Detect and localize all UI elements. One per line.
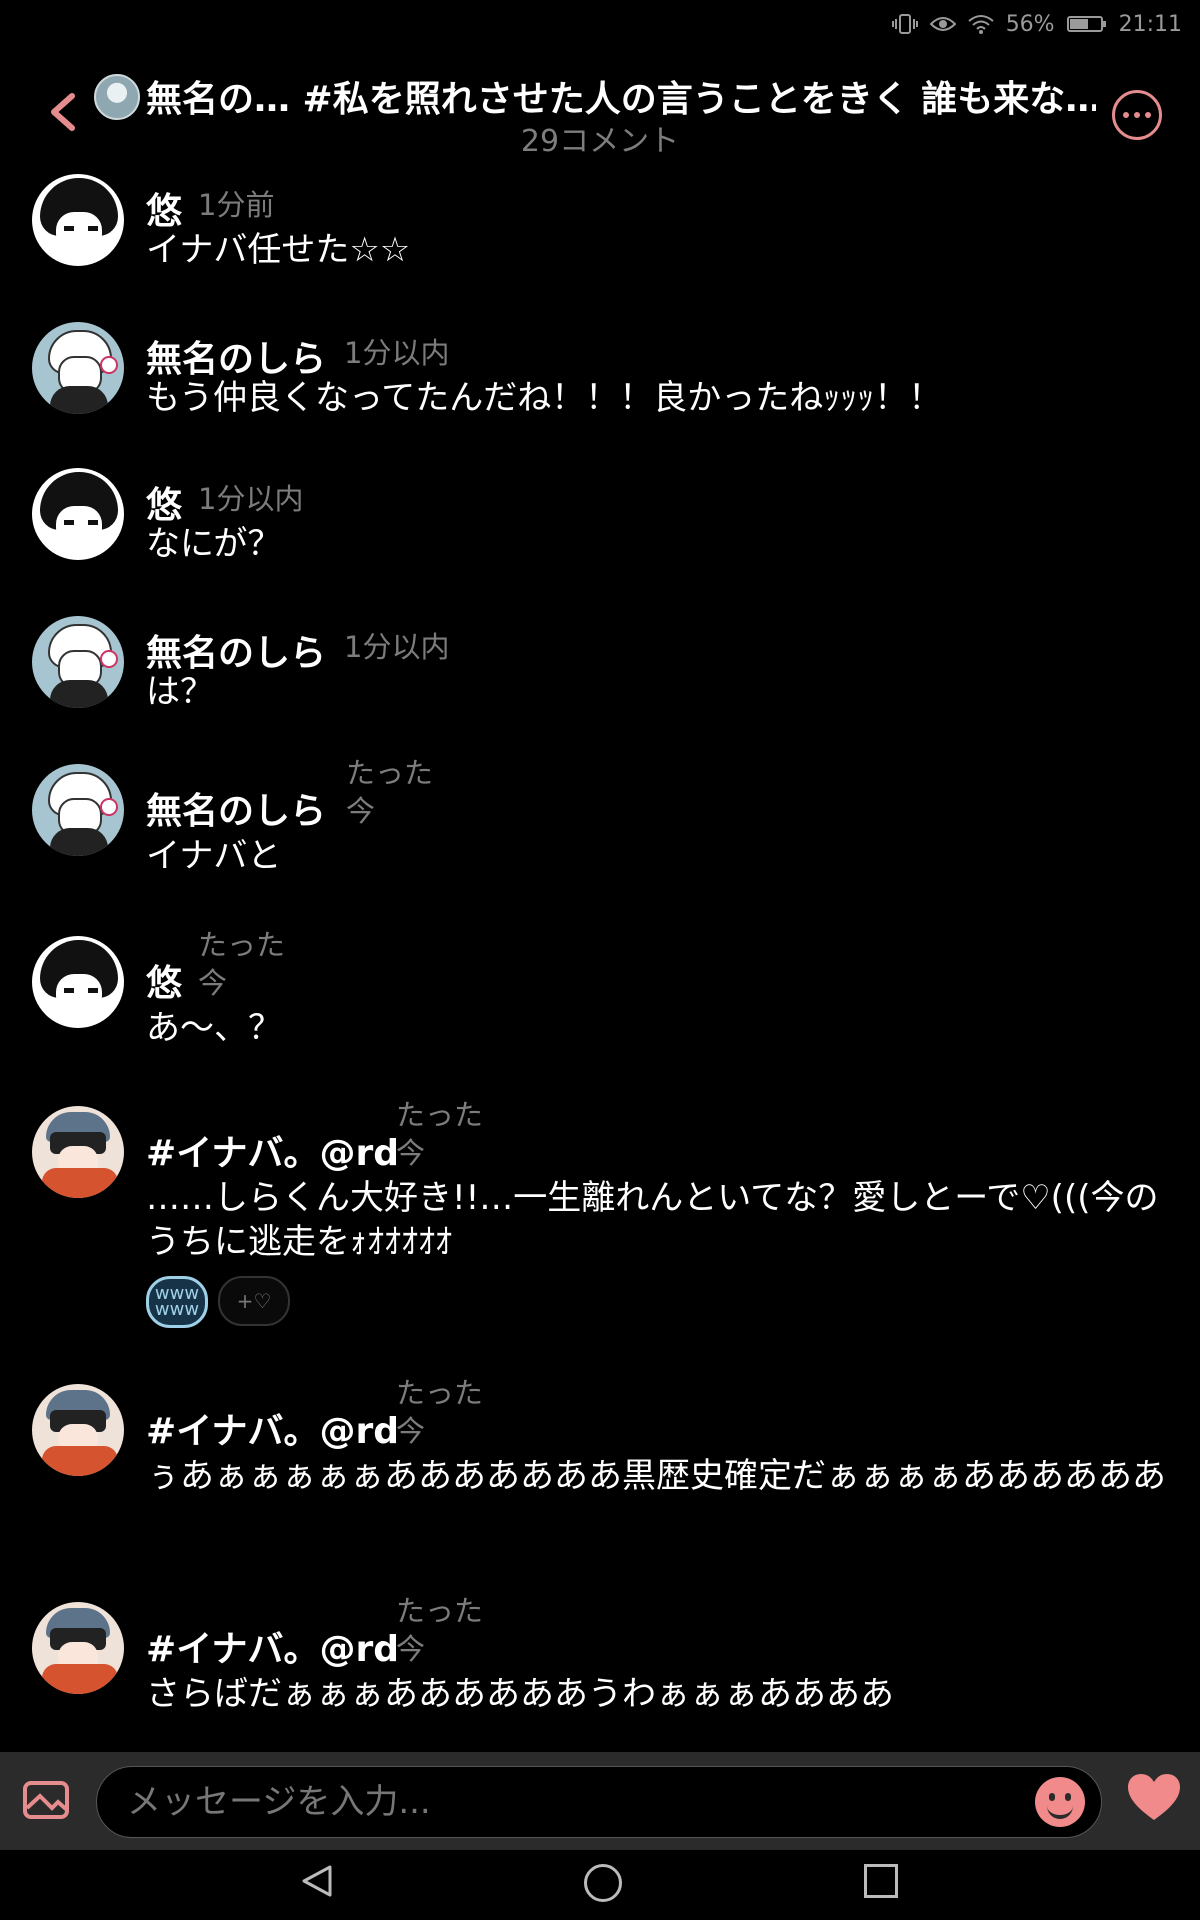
avatar[interactable] [32, 1106, 124, 1198]
chat-header: 無名の… #私を照れさせた人の言うことをきく 誰も来な… 29コメント [0, 56, 1200, 176]
image-icon [23, 1781, 69, 1819]
comment-time: 1分以内 [344, 630, 450, 664]
clock: 21:11 [1118, 11, 1182, 37]
triangle-back-icon [302, 1865, 332, 1897]
comment-text: さらばだぁぁぁああああああうわぁぁぁああああ [146, 1674, 894, 1714]
avatar[interactable] [32, 174, 124, 266]
avatar[interactable] [32, 1384, 124, 1476]
avatar[interactable] [32, 1602, 124, 1694]
comment-text: イナバ任せた☆☆ [146, 230, 411, 270]
comment-author[interactable]: 無名のしら [146, 782, 326, 834]
eye-icon [929, 14, 956, 34]
comment-author[interactable]: 悠 [146, 476, 182, 528]
room-title: 無名の… #私を照れさせた人の言うことをきく 誰も来な… [146, 79, 1096, 120]
add-reaction-button[interactable]: +♡ [218, 1276, 290, 1326]
battery-percent: 56% [1005, 11, 1055, 37]
comment-time: たった 今 [396, 1376, 484, 1448]
comment-text: は？ [146, 672, 214, 712]
system-nav-bar [0, 1850, 1200, 1920]
comment-author[interactable]: #イナバ。@rd [146, 1124, 399, 1176]
comment-time: 1分以内 [198, 482, 304, 516]
comment-text: なにが？ [146, 524, 282, 564]
nav-back-button[interactable] [300, 1864, 334, 1902]
comment-text: ……しらくん大好き!!…一生離れんといてな？愛しとーで♡(((今のうちに逃走をｫ… [146, 1178, 1159, 1262]
comment-time: たった 今 [396, 1594, 484, 1666]
comment-text: もう仲良くなってたんだね！！！良かったねｯｯｯ！！ [146, 378, 943, 418]
message-input-wrapper [96, 1766, 1102, 1838]
emoji-button[interactable] [1035, 1777, 1085, 1827]
comment-time: 1分以内 [344, 336, 450, 370]
comment-author[interactable]: 無名のしら [146, 624, 326, 676]
comment-author[interactable]: 無名のしら [146, 330, 326, 382]
message-input[interactable] [125, 1775, 1029, 1829]
message-composer [0, 1752, 1200, 1850]
status-bar: 56% 21:11 [0, 0, 1200, 48]
avatar[interactable] [32, 764, 124, 856]
reaction-bar: www www +♡ [146, 1276, 290, 1328]
comment-text: ぅあぁぁぁぁぁあああああああ黒歴史確定だぁぁぁぁああああああ [146, 1456, 1166, 1496]
nav-home-button[interactable] [584, 1864, 622, 1902]
like-button[interactable] [1126, 1772, 1182, 1824]
nav-recents-button[interactable] [864, 1864, 898, 1898]
comment-author[interactable]: #イナバ。@rd [146, 1620, 399, 1672]
vibrate-icon [891, 13, 918, 35]
comment-count: 29コメント [520, 124, 680, 159]
comment-text: あ〜、？ [146, 1008, 282, 1048]
comment-time: たった 今 [198, 928, 286, 1000]
avatar[interactable] [32, 936, 124, 1028]
comment-author[interactable]: 悠 [146, 182, 182, 234]
avatar[interactable] [32, 468, 124, 560]
comment-time: たった 今 [396, 1098, 484, 1170]
more-options-button[interactable] [1112, 90, 1162, 140]
room-avatar[interactable] [94, 74, 140, 120]
heart-icon [1128, 1774, 1180, 1820]
comment-time: たった 今 [346, 756, 434, 828]
smiley-icon [1047, 1801, 1073, 1819]
attach-image-button[interactable] [22, 1780, 70, 1820]
avatar[interactable] [32, 322, 124, 414]
battery-icon [1066, 14, 1107, 34]
comment-author[interactable]: #イナバ。@rd [146, 1402, 399, 1454]
comment-author[interactable]: 悠 [146, 954, 182, 1006]
avatar[interactable] [32, 616, 124, 708]
comment-time: 1分前 [198, 188, 275, 222]
wifi-icon [968, 13, 994, 35]
comment-text: イナバと [146, 836, 282, 876]
more-icon [1123, 112, 1129, 118]
reaction-www[interactable]: www www [146, 1276, 208, 1328]
